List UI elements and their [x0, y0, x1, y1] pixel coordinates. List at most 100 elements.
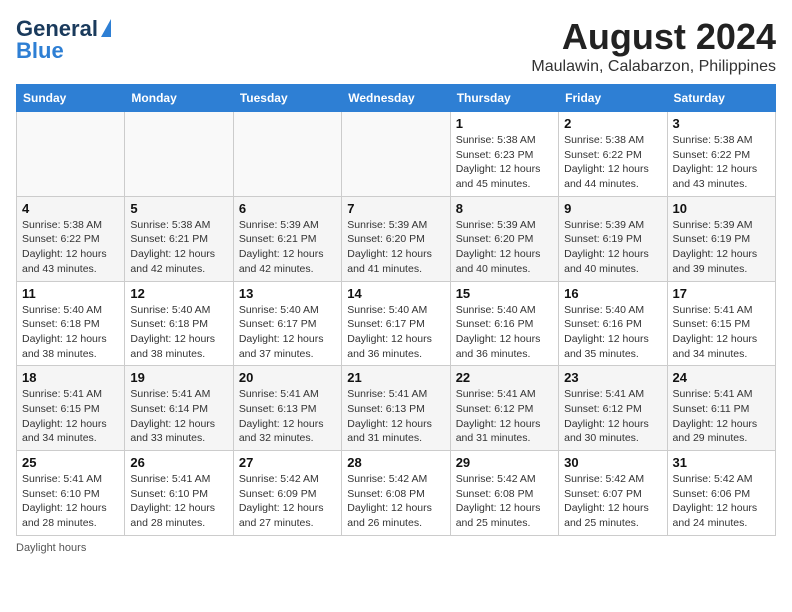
day-number: 22 [456, 370, 553, 385]
day-number: 23 [564, 370, 661, 385]
day-info: Sunrise: 5:40 AM Sunset: 6:18 PM Dayligh… [22, 303, 119, 362]
calendar-cell: 29 Sunrise: 5:42 AM Sunset: 6:08 PM Dayli… [450, 451, 558, 536]
day-info: Sunrise: 5:42 AM Sunset: 6:09 PM Dayligh… [239, 472, 336, 531]
day-number: 10 [673, 201, 770, 216]
calendar-cell: 15 Sunrise: 5:40 AM Sunset: 6:16 PM Dayli… [450, 281, 558, 366]
day-info: Sunrise: 5:41 AM Sunset: 6:13 PM Dayligh… [239, 387, 336, 446]
weekday-header-row: SundayMondayTuesdayWednesdayThursdayFrid… [17, 85, 776, 112]
calendar-cell [17, 112, 125, 197]
day-number: 2 [564, 116, 661, 131]
day-number: 6 [239, 201, 336, 216]
calendar-cell: 9 Sunrise: 5:39 AM Sunset: 6:19 PM Daylig… [559, 196, 667, 281]
day-info: Sunrise: 5:38 AM Sunset: 6:23 PM Dayligh… [456, 133, 553, 192]
weekday-header-friday: Friday [559, 85, 667, 112]
day-info: Sunrise: 5:39 AM Sunset: 6:21 PM Dayligh… [239, 218, 336, 277]
day-info: Sunrise: 5:40 AM Sunset: 6:17 PM Dayligh… [239, 303, 336, 362]
day-number: 13 [239, 286, 336, 301]
day-number: 28 [347, 455, 444, 470]
calendar-cell: 17 Sunrise: 5:41 AM Sunset: 6:15 PM Dayli… [667, 281, 775, 366]
title-area: August 2024 Maulawin, Calabarzon, Philip… [531, 16, 776, 76]
weekday-header-sunday: Sunday [17, 85, 125, 112]
day-info: Sunrise: 5:42 AM Sunset: 6:08 PM Dayligh… [347, 472, 444, 531]
day-number: 27 [239, 455, 336, 470]
logo-blue: Blue [16, 38, 64, 64]
logo: General Blue [16, 16, 111, 64]
day-number: 17 [673, 286, 770, 301]
calendar-cell: 24 Sunrise: 5:41 AM Sunset: 6:11 PM Dayli… [667, 366, 775, 451]
day-number: 18 [22, 370, 119, 385]
day-info: Sunrise: 5:42 AM Sunset: 6:06 PM Dayligh… [673, 472, 770, 531]
calendar-cell: 1 Sunrise: 5:38 AM Sunset: 6:23 PM Daylig… [450, 112, 558, 197]
day-info: Sunrise: 5:38 AM Sunset: 6:22 PM Dayligh… [22, 218, 119, 277]
week-row-0: 1 Sunrise: 5:38 AM Sunset: 6:23 PM Daylig… [17, 112, 776, 197]
calendar-cell [125, 112, 233, 197]
day-info: Sunrise: 5:41 AM Sunset: 6:15 PM Dayligh… [673, 303, 770, 362]
calendar-cell: 14 Sunrise: 5:40 AM Sunset: 6:17 PM Dayli… [342, 281, 450, 366]
weekday-header-saturday: Saturday [667, 85, 775, 112]
day-info: Sunrise: 5:41 AM Sunset: 6:11 PM Dayligh… [673, 387, 770, 446]
day-info: Sunrise: 5:39 AM Sunset: 6:20 PM Dayligh… [347, 218, 444, 277]
calendar-cell: 16Sunrise: 5:40 AM Sunset: 6:16 PM Dayli… [559, 281, 667, 366]
day-info: Sunrise: 5:42 AM Sunset: 6:07 PM Dayligh… [564, 472, 661, 531]
day-info: Sunrise: 5:38 AM Sunset: 6:22 PM Dayligh… [673, 133, 770, 192]
day-number: 14 [347, 286, 444, 301]
day-info: Sunrise: 5:39 AM Sunset: 6:19 PM Dayligh… [564, 218, 661, 277]
calendar-cell: 28 Sunrise: 5:42 AM Sunset: 6:08 PM Dayli… [342, 451, 450, 536]
day-info: Sunrise: 5:41 AM Sunset: 6:10 PM Dayligh… [130, 472, 227, 531]
footer-note: Daylight hours [16, 542, 776, 554]
day-number: 9 [564, 201, 661, 216]
calendar-cell: 23Sunrise: 5:41 AM Sunset: 6:12 PM Dayli… [559, 366, 667, 451]
calendar-cell: 8Sunrise: 5:39 AM Sunset: 6:20 PM Daylig… [450, 196, 558, 281]
calendar-cell: 4 Sunrise: 5:38 AM Sunset: 6:22 PM Daylig… [17, 196, 125, 281]
day-number: 31 [673, 455, 770, 470]
day-number: 26 [130, 455, 227, 470]
calendar-cell: 7 Sunrise: 5:39 AM Sunset: 6:20 PM Daylig… [342, 196, 450, 281]
week-row-2: 11 Sunrise: 5:40 AM Sunset: 6:18 PM Dayli… [17, 281, 776, 366]
calendar-cell: 26 Sunrise: 5:41 AM Sunset: 6:10 PM Dayli… [125, 451, 233, 536]
day-info: Sunrise: 5:40 AM Sunset: 6:17 PM Dayligh… [347, 303, 444, 362]
day-number: 7 [347, 201, 444, 216]
weekday-header-tuesday: Tuesday [233, 85, 341, 112]
calendar-cell: 10Sunrise: 5:39 AM Sunset: 6:19 PM Dayli… [667, 196, 775, 281]
weekday-header-wednesday: Wednesday [342, 85, 450, 112]
day-info: Sunrise: 5:41 AM Sunset: 6:12 PM Dayligh… [456, 387, 553, 446]
day-info: Sunrise: 5:40 AM Sunset: 6:18 PM Dayligh… [130, 303, 227, 362]
calendar-cell [233, 112, 341, 197]
calendar-cell: 18 Sunrise: 5:41 AM Sunset: 6:15 PM Dayli… [17, 366, 125, 451]
day-info: Sunrise: 5:38 AM Sunset: 6:21 PM Dayligh… [130, 218, 227, 277]
day-number: 1 [456, 116, 553, 131]
header: General Blue August 2024 Maulawin, Calab… [16, 16, 776, 76]
calendar-cell: 2Sunrise: 5:38 AM Sunset: 6:22 PM Daylig… [559, 112, 667, 197]
day-number: 12 [130, 286, 227, 301]
day-info: Sunrise: 5:41 AM Sunset: 6:15 PM Dayligh… [22, 387, 119, 446]
week-row-3: 18 Sunrise: 5:41 AM Sunset: 6:15 PM Dayli… [17, 366, 776, 451]
day-info: Sunrise: 5:39 AM Sunset: 6:20 PM Dayligh… [456, 218, 553, 277]
day-number: 24 [673, 370, 770, 385]
month-title: August 2024 [531, 16, 776, 58]
calendar-cell: 22 Sunrise: 5:41 AM Sunset: 6:12 PM Dayli… [450, 366, 558, 451]
day-info: Sunrise: 5:41 AM Sunset: 6:14 PM Dayligh… [130, 387, 227, 446]
calendar-cell: 21 Sunrise: 5:41 AM Sunset: 6:13 PM Dayli… [342, 366, 450, 451]
calendar-cell: 5Sunrise: 5:38 AM Sunset: 6:21 PM Daylig… [125, 196, 233, 281]
calendar-cell: 3Sunrise: 5:38 AM Sunset: 6:22 PM Daylig… [667, 112, 775, 197]
day-number: 11 [22, 286, 119, 301]
day-number: 25 [22, 455, 119, 470]
calendar-cell: 19 Sunrise: 5:41 AM Sunset: 6:14 PM Dayli… [125, 366, 233, 451]
day-number: 20 [239, 370, 336, 385]
calendar-cell: 12 Sunrise: 5:40 AM Sunset: 6:18 PM Dayli… [125, 281, 233, 366]
weekday-header-monday: Monday [125, 85, 233, 112]
calendar: SundayMondayTuesdayWednesdayThursdayFrid… [16, 84, 776, 536]
day-number: 4 [22, 201, 119, 216]
day-info: Sunrise: 5:42 AM Sunset: 6:08 PM Dayligh… [456, 472, 553, 531]
day-info: Sunrise: 5:40 AM Sunset: 6:16 PM Dayligh… [456, 303, 553, 362]
week-row-1: 4 Sunrise: 5:38 AM Sunset: 6:22 PM Daylig… [17, 196, 776, 281]
day-number: 19 [130, 370, 227, 385]
day-number: 29 [456, 455, 553, 470]
calendar-cell: 11 Sunrise: 5:40 AM Sunset: 6:18 PM Dayli… [17, 281, 125, 366]
day-number: 21 [347, 370, 444, 385]
calendar-cell: 25Sunrise: 5:41 AM Sunset: 6:10 PM Dayli… [17, 451, 125, 536]
day-info: Sunrise: 5:40 AM Sunset: 6:16 PM Dayligh… [564, 303, 661, 362]
day-number: 15 [456, 286, 553, 301]
day-info: Sunrise: 5:41 AM Sunset: 6:13 PM Dayligh… [347, 387, 444, 446]
calendar-cell: 20 Sunrise: 5:41 AM Sunset: 6:13 PM Dayli… [233, 366, 341, 451]
